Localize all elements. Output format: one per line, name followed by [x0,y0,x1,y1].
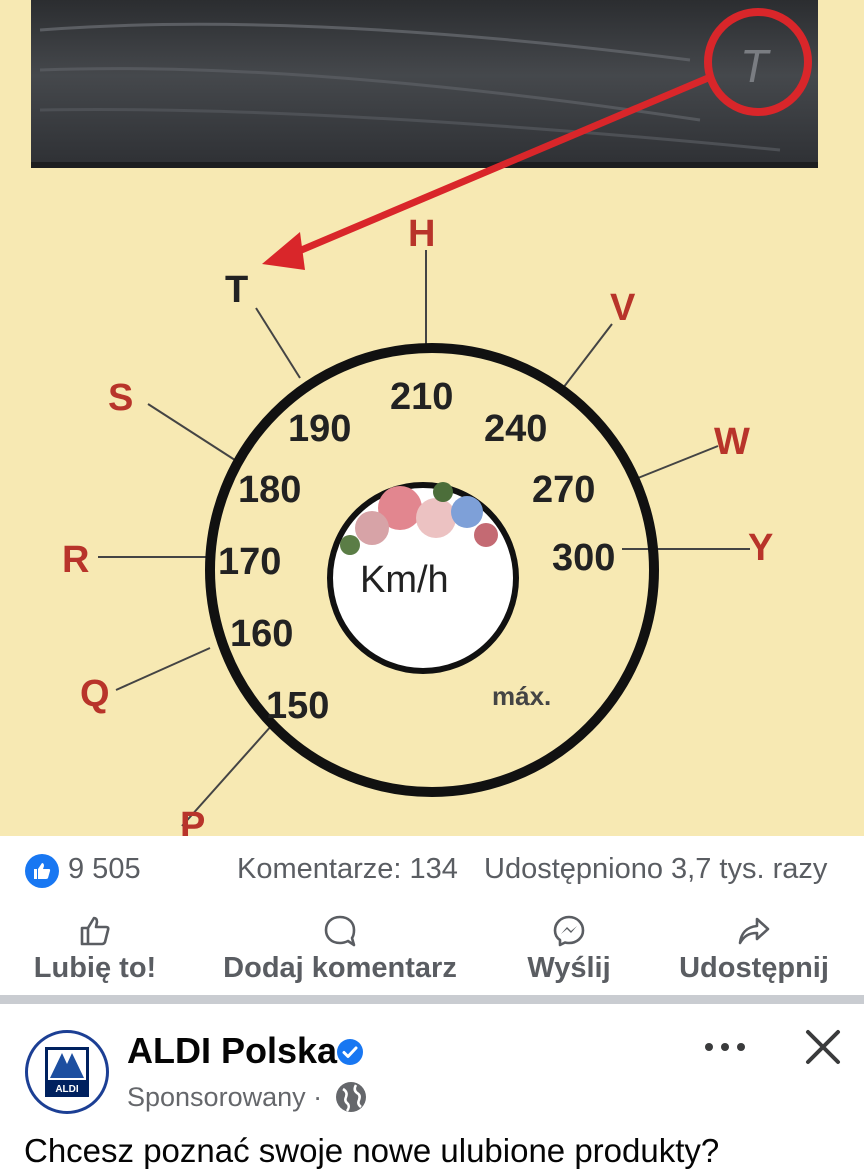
globe-icon [334,1080,368,1114]
max-label: máx. [492,681,551,711]
shares-count[interactable]: Udostępniono 3,7 tys. razy [484,853,827,886]
more-options-button[interactable] [700,1022,750,1072]
speed-240: 240 [484,408,547,450]
send-button[interactable]: Wyślij [520,910,618,996]
feed-divider [0,995,864,1004]
close-icon [806,1030,840,1064]
letter-p: P [180,805,205,836]
comment-bubble-icon [323,910,357,948]
aldi-avatar[interactable]: ALDI [25,1030,109,1114]
letter-r: R [62,539,89,581]
share-button[interactable]: Udostępnij [678,910,830,996]
speed-160: 160 [230,613,293,655]
letter-w: W [714,421,750,463]
pointer-arrow [290,74,710,258]
sponsored-label: Sponsorowany · [127,1082,323,1112]
letter-y: Y [748,527,773,569]
more-dots-icon [705,1043,745,1051]
messenger-icon [552,910,586,948]
speed-300: 300 [552,537,615,579]
aldi-logo-icon: ALDI [45,1047,89,1097]
page-name[interactable]: ALDI Polska [127,1030,337,1072]
letter-v: V [610,287,636,329]
post-image[interactable]: T P Q R S T H V W Y 150 160 170 180 190 … [0,0,864,836]
center-label: Km/h [360,559,449,601]
tire-letter-icon: T [740,40,771,92]
speed-270: 270 [532,469,595,511]
speed-150: 150 [266,685,329,727]
comment-label: Dodaj komentarz [223,952,457,984]
like-label: Lubię to! [33,952,157,984]
like-button[interactable]: Lubię to! [24,910,166,996]
comment-button[interactable]: Dodaj komentarz [222,910,458,996]
share-label: Udostępnij [679,952,829,984]
letter-t: T [225,269,248,311]
like-count[interactable]: 9 505 [68,853,141,886]
speed-170: 170 [218,541,281,583]
speed-rating-diagram: T P Q R S T H V W Y 150 160 170 180 190 … [39,8,812,836]
letter-s: S [108,377,133,419]
aldi-logo-text: ALDI [55,1084,79,1095]
verified-badge-icon [336,1038,364,1066]
speed-210: 210 [390,376,453,418]
send-label: Wyślij [527,952,611,984]
letter-q: Q [80,673,110,715]
speed-190: 190 [288,408,351,450]
arrow-head-icon [262,232,305,270]
post-text: Chcesz poznać swoje nowe ulubione produk… [24,1132,720,1169]
speed-180: 180 [238,469,301,511]
thumbs-up-icon [78,910,112,948]
hide-post-button[interactable] [798,1022,848,1072]
like-reaction-icon[interactable] [25,854,59,888]
comments-count[interactable]: Komentarze: 134 [237,853,458,886]
letter-h: H [408,213,435,255]
share-arrow-icon [737,910,771,948]
